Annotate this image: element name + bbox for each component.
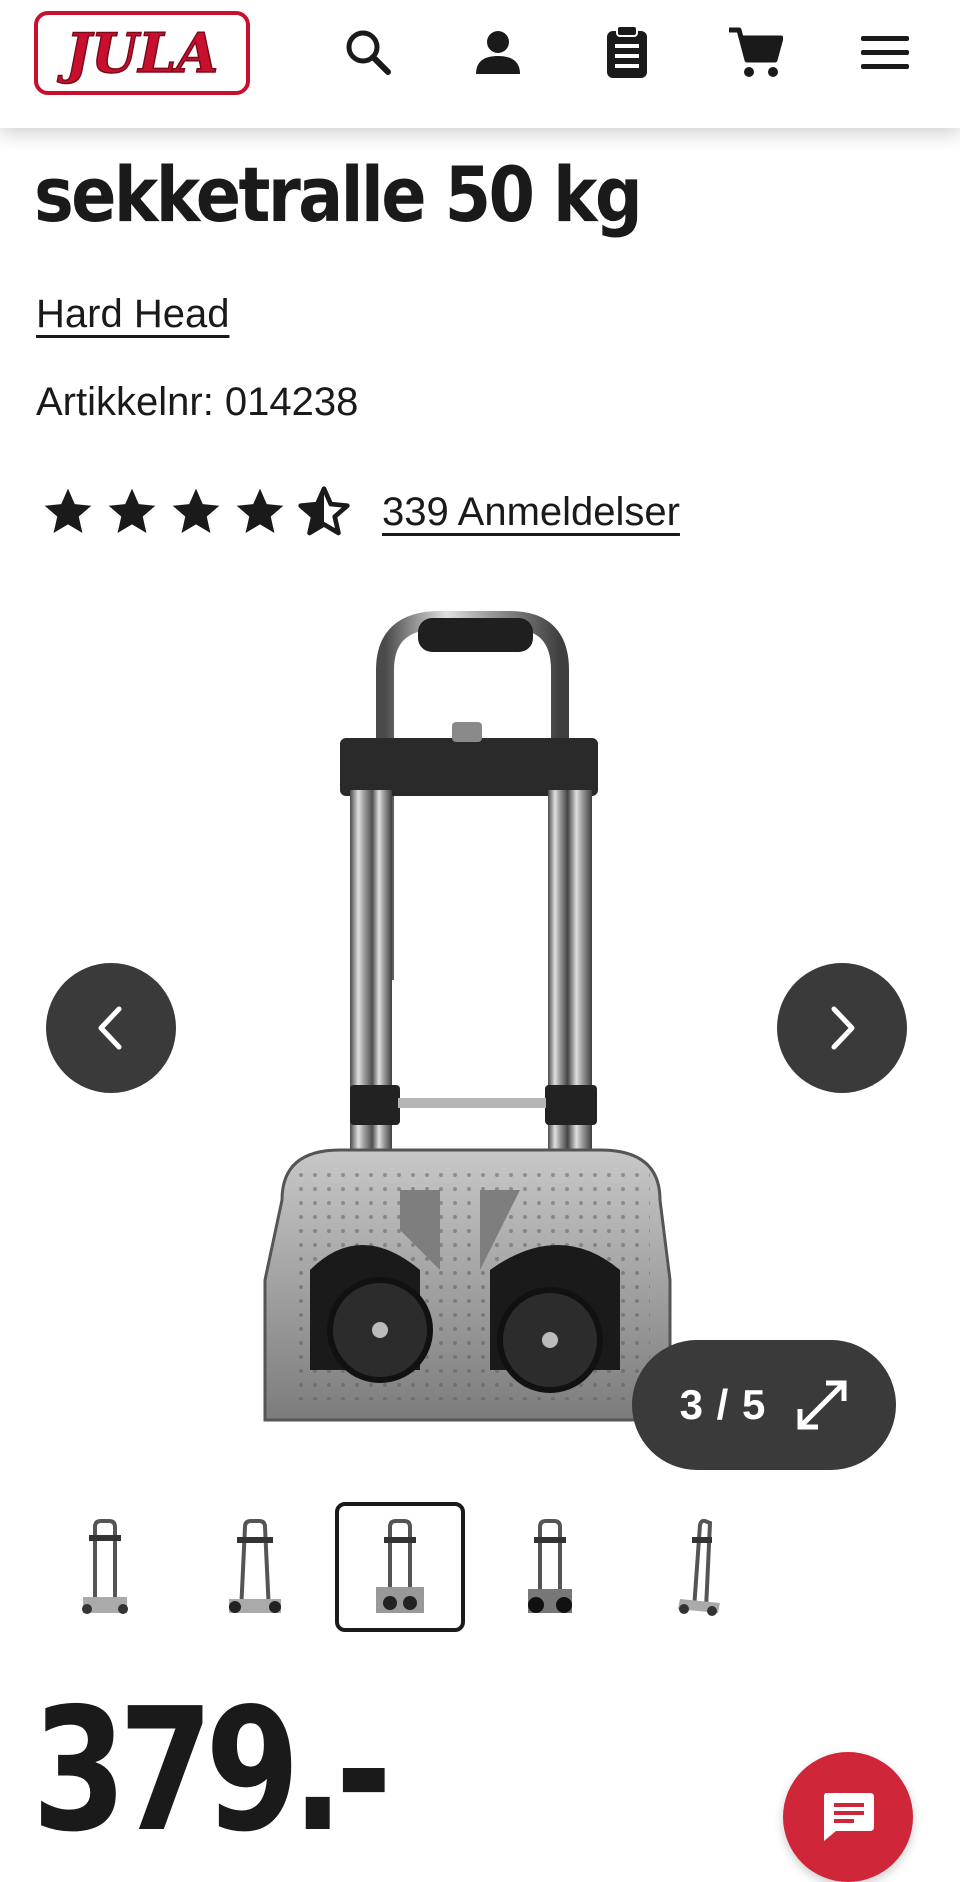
shopping-list-button[interactable] [595, 20, 659, 84]
chat-icon [824, 1793, 874, 1841]
cart-icon [729, 27, 783, 77]
thumbnail-2[interactable] [190, 1502, 320, 1632]
thumbnail-strip [40, 1502, 920, 1634]
account-button[interactable] [466, 20, 530, 84]
thumbnail-3[interactable] [335, 1502, 465, 1632]
thumbnail-4[interactable] [485, 1502, 615, 1632]
article-number: Artikkelnr: 014238 [36, 380, 359, 424]
menu-icon [861, 36, 909, 69]
image-counter: 3 / 5 [679, 1381, 767, 1428]
rating: 339 Anmeldelser [40, 484, 680, 540]
thumbnail-image [376, 1519, 424, 1613]
brand-link[interactable]: Hard Head [36, 292, 229, 337]
next-image-button[interactable] [777, 963, 907, 1093]
cart-button[interactable] [723, 20, 787, 84]
star-full-icon [236, 488, 284, 533]
shopping-list-icon [607, 25, 647, 78]
chevron-left-icon [98, 1006, 122, 1050]
star-full-icon [172, 488, 220, 533]
thumbnail-image [82, 1519, 128, 1614]
chat-button[interactable] [783, 1752, 913, 1882]
logo-text: JULA [57, 21, 219, 85]
price: 379.- [32, 1672, 392, 1870]
site-header: JULA [0, 0, 960, 128]
thumbnail-image [678, 1518, 720, 1616]
star-half-icon [298, 486, 350, 536]
thumbnail-image [229, 1519, 281, 1613]
product-title: sekketralle 50 kg [34, 150, 643, 239]
search-button[interactable] [336, 20, 400, 84]
previous-image-button[interactable] [46, 963, 176, 1093]
user-icon [476, 31, 520, 74]
thumbnail-1[interactable] [40, 1502, 170, 1632]
menu-button[interactable] [853, 20, 917, 84]
logo-wordmark: JULA [56, 20, 219, 86]
thumbnail-image [528, 1519, 572, 1613]
jula-logo[interactable]: JULA [34, 11, 250, 95]
thumbnail-5[interactable] [635, 1502, 765, 1632]
image-counter-fullscreen-button[interactable]: 3 / 5 [632, 1340, 896, 1470]
search-icon [346, 30, 391, 75]
reviews-link[interactable]: 339 Anmeldelser [382, 490, 680, 535]
star-full-icon [44, 488, 92, 533]
expand-icon [797, 1380, 847, 1430]
star-full-icon [108, 488, 156, 533]
chevron-right-icon [831, 1006, 855, 1050]
